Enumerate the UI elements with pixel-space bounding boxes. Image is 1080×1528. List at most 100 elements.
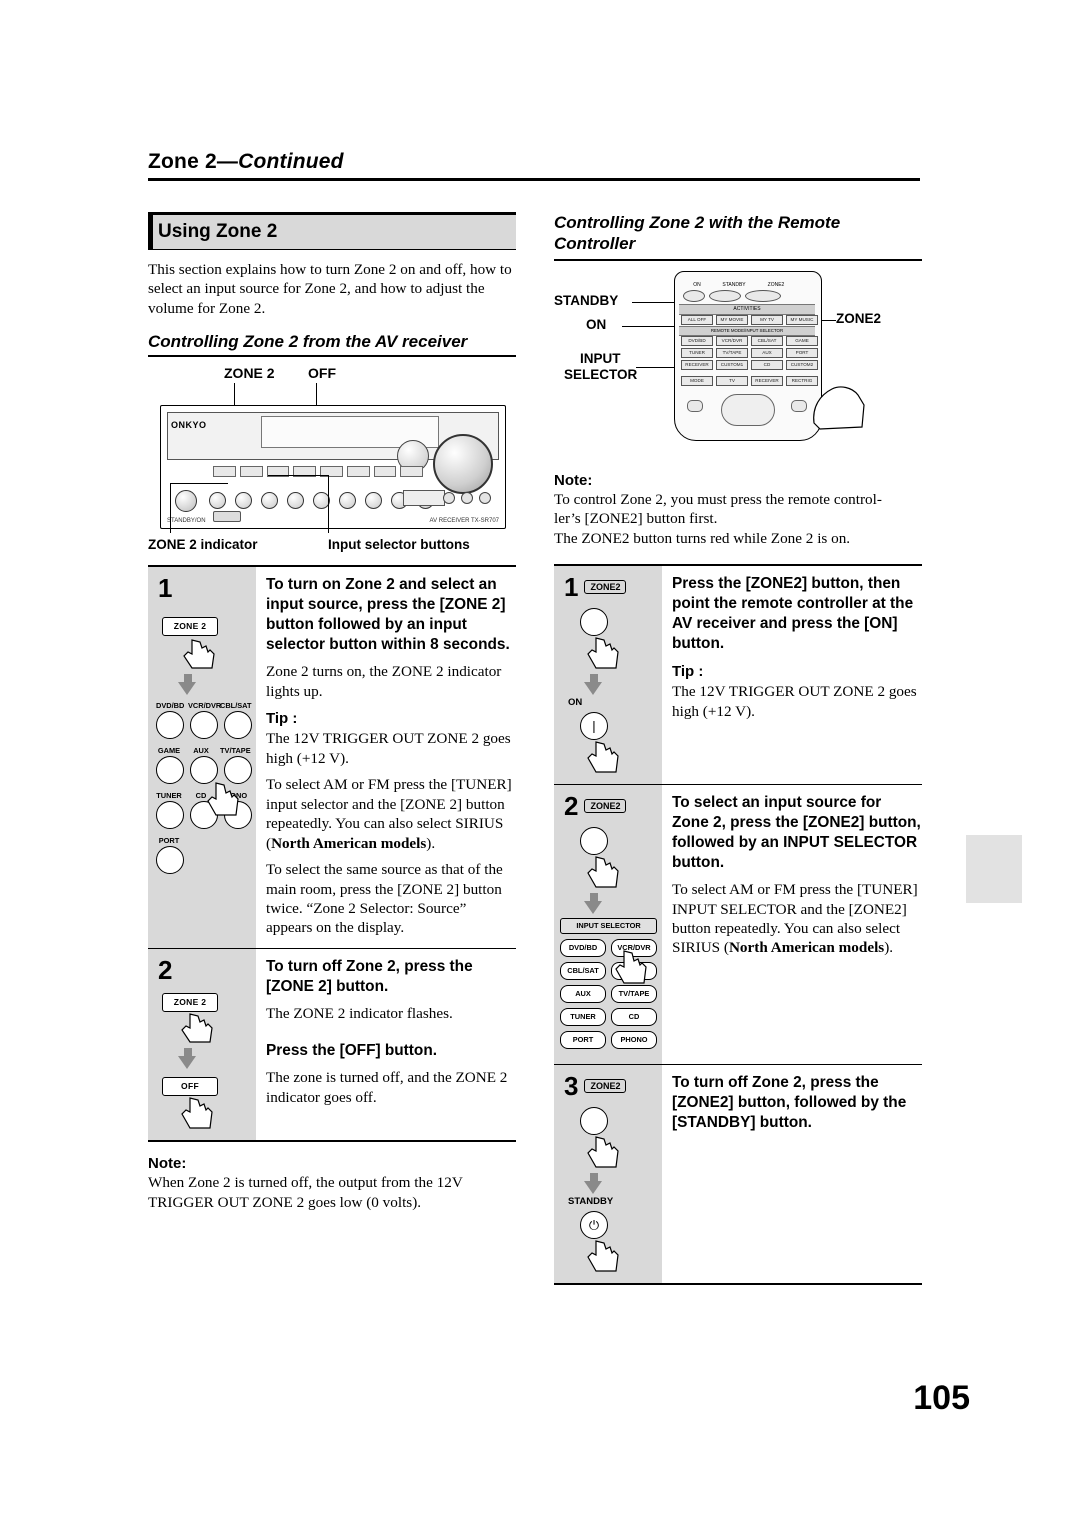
header-rule [148, 178, 920, 181]
remote-standby-button[interactable] [709, 289, 741, 302]
step-2-title: To turn off Zone 2, press the [ZONE 2] b… [266, 957, 473, 995]
right-note-line1: To control Zone 2, you must press the re… [554, 490, 882, 508]
remote-zone2-key-2[interactable]: ZONE2 [584, 799, 627, 814]
right-step-2-number: 2 [564, 791, 579, 822]
remote-zone2-round-button-3[interactable] [580, 1107, 608, 1136]
remote-label-selector: SELECTOR [564, 366, 638, 382]
remote-my-movie-button[interactable]: MY MOVIE [716, 314, 748, 325]
remote-tuner-button[interactable]: TUNER [681, 347, 713, 358]
remote-vcr-dvr-button[interactable]: VCR/DVR [716, 335, 748, 346]
remote-zone2-round-button-2[interactable] [580, 827, 608, 856]
remote-on-button[interactable] [683, 289, 705, 302]
step-1-title: To turn on Zone 2 and select an input so… [266, 576, 510, 654]
right-step-row-2: 2 ZONE2 INPUT SELECTOR DVD/BD VCR/DVR CB… [554, 785, 922, 1066]
input-selector-button [209, 492, 226, 510]
remote-selector-tuner[interactable]: TUNER [560, 1008, 606, 1027]
selector-button-vcr-dvr[interactable] [190, 711, 218, 740]
leader-inputsel-h [268, 475, 328, 477]
selector-button-port[interactable] [156, 846, 184, 875]
right-step-2-body-bold: North American models [728, 939, 885, 957]
step-1-body2-bold: North American models [271, 834, 427, 852]
remote-selector-aux[interactable]: AUX [560, 985, 606, 1004]
receiver-small-button [461, 492, 473, 505]
remote-navigation-pad[interactable] [721, 393, 775, 426]
left-steps-table: 1 ZONE 2 DVD/BD VCR/DVR CBL/SAT GAME AUX… [148, 565, 516, 1142]
selector-button-tv-tape[interactable] [224, 756, 252, 785]
remote-tv-button[interactable]: TV [716, 375, 748, 386]
selector-label: AUX [193, 746, 209, 756]
remote-all-off-button[interactable]: ALL OFF [681, 314, 713, 325]
right-step-3-figure: 3 ZONE2 STANDBY ⏻ [554, 1065, 662, 1284]
remote-zone2-round-button[interactable] [580, 608, 608, 637]
remote-left-small-button[interactable] [687, 399, 703, 412]
right-arrow-down-1 [584, 682, 602, 696]
remote-standby-label: STANDBY [568, 1196, 614, 1208]
remote-standby-round-button[interactable]: ⏻ [580, 1211, 608, 1240]
selector-button-cbl-sat[interactable] [224, 711, 252, 740]
selector-button-aux[interactable] [190, 756, 218, 785]
remote-tv-tape-button[interactable]: TV/TAPE [716, 347, 748, 358]
selector-button-row-2 [156, 756, 256, 785]
remote-my-music-button[interactable]: MY MUSIC [786, 314, 818, 325]
remote-receiver-button[interactable]: RECEIVER [681, 359, 713, 370]
page-title-continued: Continued [238, 150, 344, 173]
step-1-body3: To select the same source as that of the… [266, 861, 503, 937]
step-1-tip-body: The 12V TRIGGER OUT ZONE 2 goes high (+1… [266, 730, 511, 767]
remote-zone2-key-3[interactable]: ZONE2 [584, 1079, 627, 1094]
remote-cbl-sat-button[interactable]: CBL/SAT [751, 335, 783, 346]
remote-mode-button[interactable]: MODE [681, 375, 713, 386]
remote-cd-button[interactable]: CD [751, 359, 783, 370]
selector-label-row-1: DVD/BD VCR/DVR CBL/SAT [156, 701, 256, 711]
zone2-key-2[interactable]: ZONE 2 [162, 992, 218, 1012]
pointing-hand-icon-r4 [615, 950, 647, 984]
selector-button-tuner[interactable] [156, 801, 184, 830]
remote-zone2-button[interactable] [745, 289, 781, 302]
pointing-hand-icon-r6 [587, 1240, 619, 1272]
right-step-3-title: To turn off Zone 2, press the [ZONE2] bu… [672, 1074, 907, 1132]
remote-game-button[interactable]: GAME [786, 335, 818, 346]
pointing-hand-icon-r5 [587, 1136, 619, 1168]
remote-selector-cbl-sat[interactable]: CBL/SAT [560, 962, 606, 981]
right-note: Note: To control Zone 2, you must press … [554, 471, 922, 549]
remote-mode-label: REMOTE MODE/INPUT SELECTOR [710, 327, 784, 333]
receiver-right-buttons [443, 492, 491, 505]
receiver-button [400, 466, 423, 478]
step-2-title-2: Press the [OFF] button. [266, 1042, 438, 1060]
input-selector-button [287, 492, 304, 510]
remote-on-round-button[interactable]: | [580, 712, 608, 741]
step-1-figure: 1 ZONE 2 DVD/BD VCR/DVR CBL/SAT GAME AUX… [148, 567, 256, 948]
remote-aux-button[interactable]: AUX [751, 347, 783, 358]
section-bar-accent [148, 212, 153, 250]
receiver-button [346, 466, 370, 478]
receiver-model-label: AV RECEIVER TX-SR707 [429, 518, 499, 525]
remote-dvd-bd-button[interactable]: DVD/BD [681, 335, 713, 346]
right-step-2-text: To select an input source for Zone 2, pr… [662, 785, 922, 1065]
remote-custom2-button[interactable]: CUSTOM2 [786, 359, 818, 370]
off-key[interactable]: OFF [162, 1076, 218, 1096]
receiver-left-knob [175, 490, 197, 513]
remote-my-tv-button[interactable]: MY TV [751, 314, 783, 325]
right-step-3-text: To turn off Zone 2, press the [ZONE2] bu… [662, 1065, 922, 1284]
remote-selector-cd[interactable]: CD [611, 1008, 657, 1027]
selector-button-dvd-bd[interactable] [156, 711, 184, 740]
remote-selector-dvd-bd[interactable]: DVD/BD [560, 939, 606, 958]
right-section-title: Controlling Zone 2 with the Remote Contr… [554, 213, 841, 254]
selector-label: TUNER [156, 791, 182, 801]
selector-button-game[interactable] [156, 756, 184, 785]
receiver-right-panel [403, 490, 445, 507]
pointing-hand-icon-2 [207, 782, 239, 816]
remote-right-small-button[interactable] [791, 399, 807, 412]
right-step-1-header: 1 ZONE2 [554, 574, 662, 600]
selector-label: VCR/DVR [188, 701, 222, 711]
zone2-key[interactable]: ZONE 2 [162, 617, 218, 637]
remote-custom1-button[interactable]: CUSTOM1 [716, 359, 748, 370]
av-receiver-front-panel: ONKYO STANDBY/ON AV RECEIVER TX-SR707 [160, 405, 506, 530]
step-1-number: 1 [158, 573, 173, 604]
remote-zone2-key[interactable]: ZONE2 [584, 580, 627, 595]
remote-label-input: INPUT [580, 350, 621, 366]
remote-receiver2-button[interactable]: RECEIVER [751, 375, 783, 386]
caption-zone2-indicator: ZONE 2 indicator [148, 537, 258, 553]
remote-selector-port[interactable]: PORT [560, 1031, 606, 1050]
remote-selector-phono[interactable]: PHONO [611, 1031, 657, 1050]
remote-port-button[interactable]: PORT [786, 347, 818, 358]
